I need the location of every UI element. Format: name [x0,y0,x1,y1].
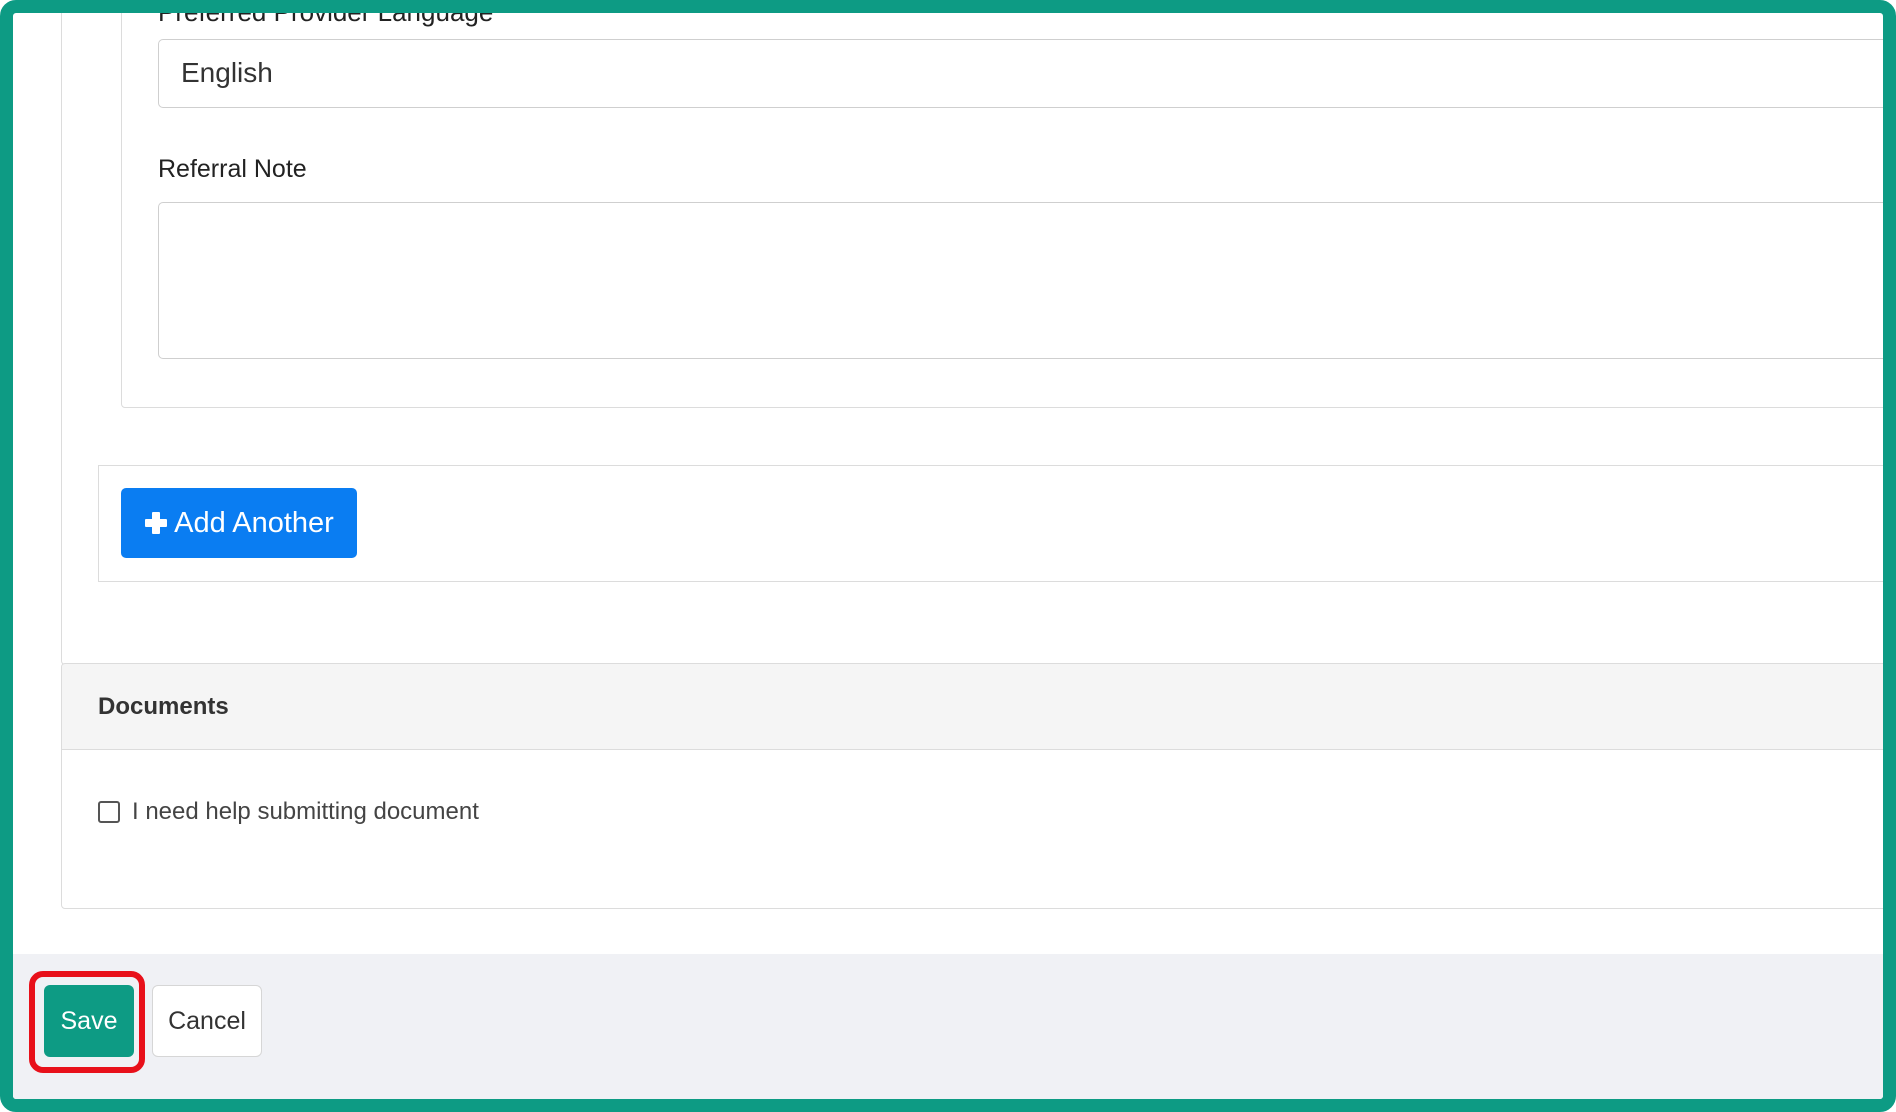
preferred-language-select[interactable]: English [158,39,1883,108]
documents-title: Documents [62,664,1883,750]
preferred-language-value: English [181,57,273,88]
add-another-footer [98,465,1883,582]
preferred-language-label: Preferred Provider Language [158,0,494,27]
plus-icon [145,512,168,534]
form-action-bar [13,954,1883,1099]
referral-note-textarea[interactable] [158,202,1883,359]
help-submitting-checkbox[interactable] [98,801,120,823]
documents-card: Documents I need help submitting documen… [61,663,1883,909]
cancel-button[interactable]: Cancel [152,985,262,1057]
help-submitting-label[interactable]: I need help submitting document [132,798,479,826]
referral-note-label: Referral Note [158,155,307,183]
add-another-label: Add Another [174,506,334,539]
app-window: Preferred Provider Language English Refe… [0,0,1896,1112]
add-another-button[interactable]: Add Another [121,488,357,558]
help-submitting-option[interactable]: I need help submitting document [98,798,479,826]
save-button[interactable]: Save [44,985,134,1057]
